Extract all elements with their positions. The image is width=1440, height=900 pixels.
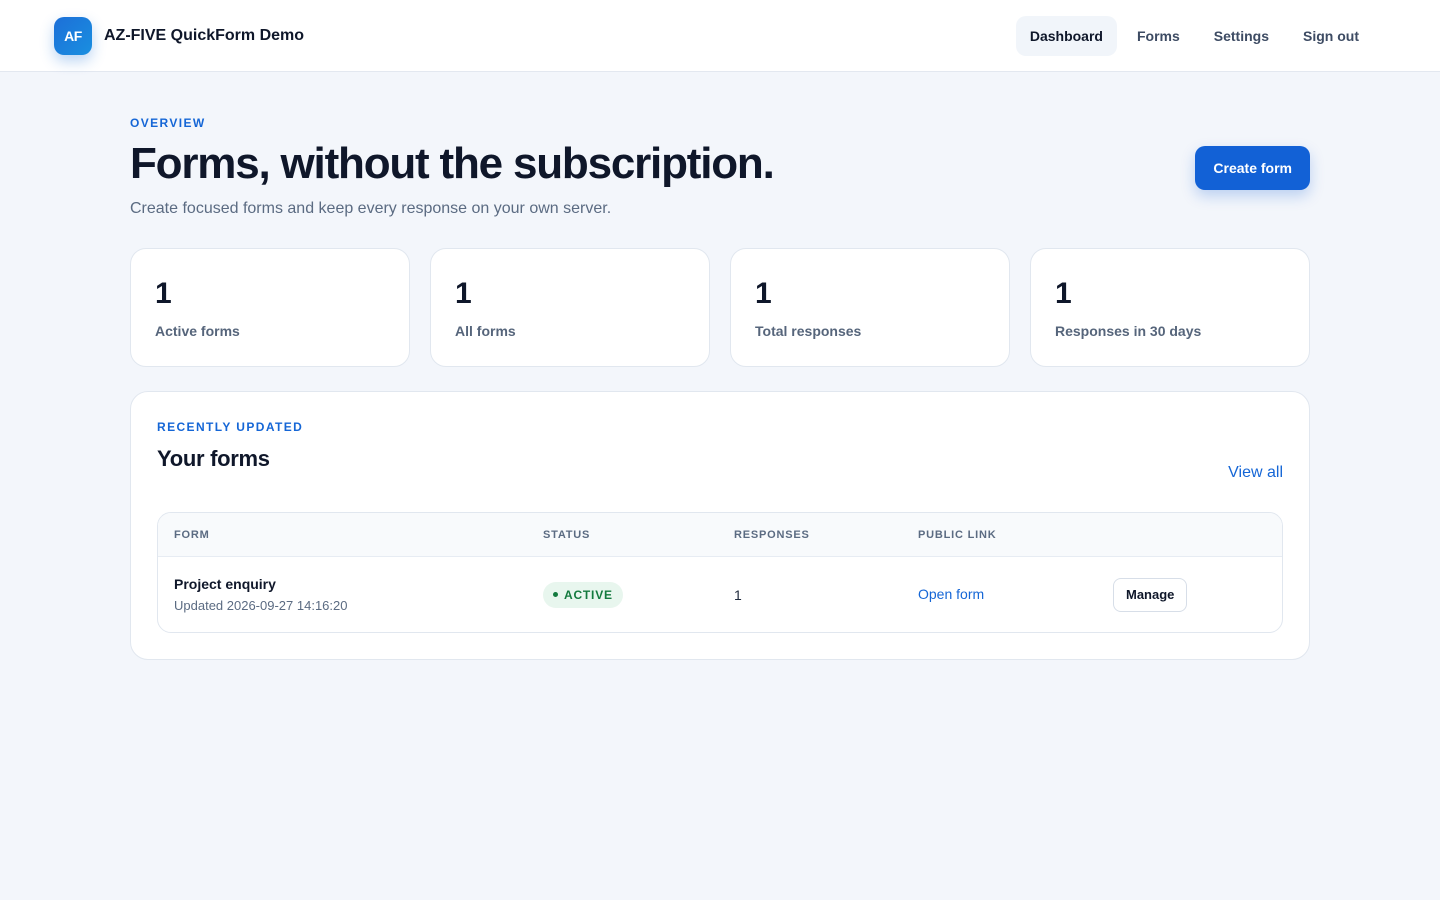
status-badge-label: ACTIVE [564, 587, 613, 602]
nav-settings[interactable]: Settings [1200, 16, 1283, 56]
brand-logo[interactable]: AF [54, 16, 92, 55]
stat-label: Responses in 30 days [1055, 323, 1202, 340]
table-header: FORM STATUS RESPONSES PUBLIC LINK [158, 513, 1282, 558]
form-name: Project enquiry [174, 576, 276, 593]
status-badge: ACTIVE [543, 581, 623, 608]
view-all-link[interactable]: View all [1228, 464, 1283, 482]
stat-value: 1 [755, 277, 772, 311]
top-bar: AF AZ-FIVE QuickForm Demo Dashboard Form… [0, 0, 1440, 72]
brand[interactable]: AF AZ-FIVE QuickForm Demo [54, 16, 304, 55]
forms-table: FORM STATUS RESPONSES PUBLIC LINK Projec… [157, 512, 1283, 634]
panel-title: Your forms [157, 446, 270, 472]
hero-eyebrow: OVERVIEW [130, 116, 206, 130]
nav-dashboard[interactable]: Dashboard [1015, 15, 1117, 56]
stat-card-all-forms: 1 All forms [430, 248, 710, 368]
stats-grid: 1 Active forms 1 All forms 1 Total respo… [130, 248, 1310, 368]
hero: OVERVIEW Forms, without the subscription… [130, 116, 1310, 218]
nav-forms[interactable]: Forms [1123, 16, 1194, 56]
stat-value: 1 [455, 277, 472, 311]
page-subtitle: Create focused forms and keep every resp… [130, 200, 612, 218]
column-header-responses: RESPONSES [734, 528, 810, 541]
create-form-button[interactable]: Create form [1195, 146, 1310, 191]
stat-label: Active forms [155, 323, 240, 340]
main-content: OVERVIEW Forms, without the subscription… [130, 72, 1310, 661]
column-header-public-link: PUBLIC LINK [918, 528, 997, 541]
main-nav: Dashboard Forms Settings Sign out [1015, 15, 1373, 56]
form-cell: Project enquiry Updated 2026-09-27 14:16… [174, 576, 543, 613]
nav-sign-out[interactable]: Sign out [1289, 16, 1373, 56]
panel-heading: RECENTLY UPDATED Your forms [157, 420, 303, 472]
panel-header: RECENTLY UPDATED Your forms View all [157, 420, 1283, 481]
status-cell: ACTIVE [543, 581, 734, 608]
stat-card-active-forms: 1 Active forms [130, 248, 410, 368]
stat-card-responses-30-days: 1 Responses in 30 days [1030, 248, 1310, 368]
status-dot-icon [553, 592, 558, 598]
column-header-form: FORM [174, 528, 210, 541]
actions-cell: Manage [1113, 577, 1282, 612]
page-title: Forms, without the subscription. [130, 139, 775, 188]
stat-value: 1 [155, 277, 172, 311]
column-header-status: STATUS [543, 528, 591, 541]
open-form-link[interactable]: Open form [918, 586, 984, 602]
brand-name[interactable]: AZ-FIVE QuickForm Demo [104, 27, 304, 45]
stat-label: All forms [455, 323, 516, 340]
hero-text: OVERVIEW Forms, without the subscription… [130, 116, 775, 218]
form-updated-time: Updated 2026-09-27 14:16:20 [174, 598, 348, 614]
stat-card-total-responses: 1 Total responses [730, 248, 1010, 368]
forms-panel: RECENTLY UPDATED Your forms View all FOR… [130, 391, 1310, 661]
responses-count: 1 [734, 586, 742, 603]
stat-label: Total responses [755, 323, 862, 340]
manage-button[interactable]: Manage [1113, 577, 1188, 612]
table-row: Project enquiry Updated 2026-09-27 14:16… [158, 557, 1282, 632]
panel-eyebrow: RECENTLY UPDATED [157, 420, 304, 435]
public-link-cell: Open form [918, 586, 1113, 604]
stat-value: 1 [1055, 277, 1072, 311]
